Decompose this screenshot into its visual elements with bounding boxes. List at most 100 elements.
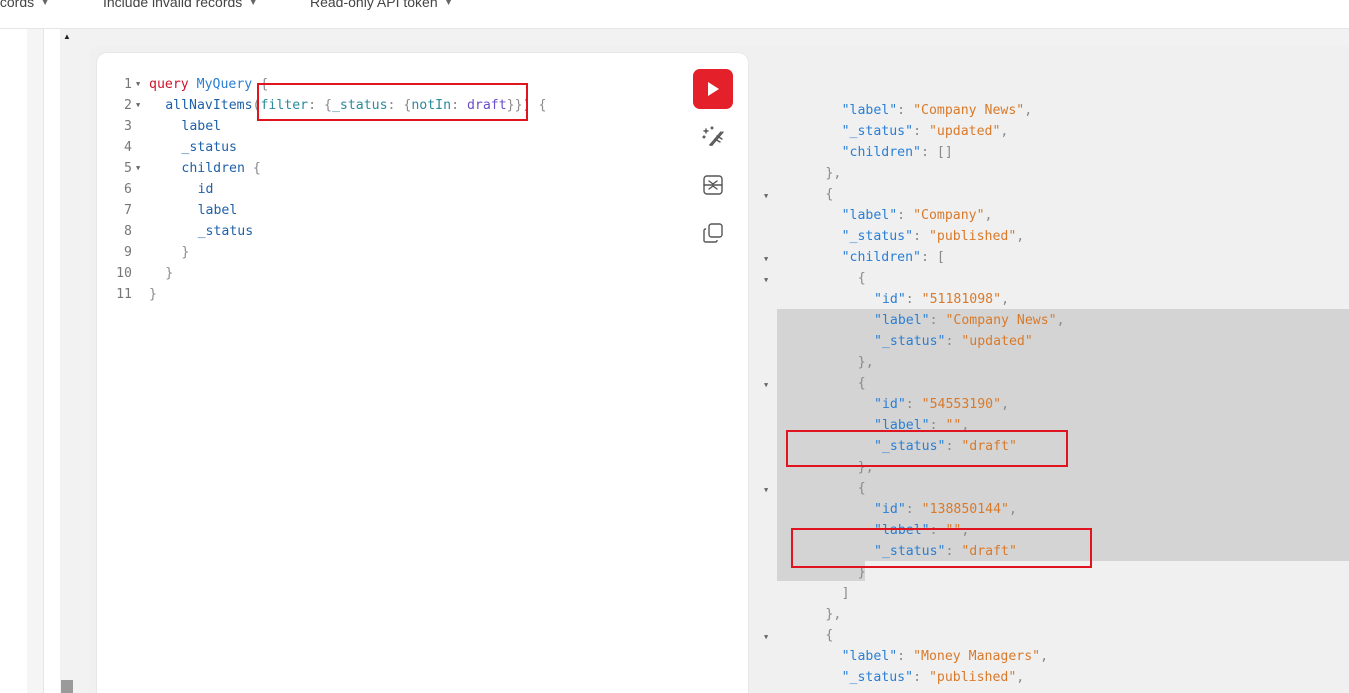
fold-toggle-icon[interactable]: ▼ [136, 158, 140, 179]
line-number: 7 [124, 203, 132, 218]
result-token: { [857, 376, 866, 391]
fold-toggle-icon[interactable]: ▼ [764, 375, 768, 396]
result-token: "Company News" [945, 313, 1057, 328]
run-query-button[interactable] [693, 69, 733, 109]
result-line: { [858, 268, 866, 289]
result-line: "label": "Company News", [874, 310, 1065, 331]
fold-toggle-icon[interactable]: ▼ [136, 74, 140, 95]
result-token: "Company News" [913, 103, 1025, 118]
result-token: , [1009, 502, 1017, 517]
result-token: "published" [928, 229, 1017, 244]
code-token: } [181, 245, 190, 260]
line-number: 4 [124, 140, 132, 155]
result-token: { [857, 271, 866, 286]
result-line: { [858, 373, 866, 394]
code-token: label [181, 119, 222, 134]
code-line[interactable]: } [181, 242, 189, 263]
chevron-down-icon: ▼ [248, 0, 259, 8]
records-dropdown-label: Records [0, 0, 35, 10]
result-line: { [825, 184, 833, 205]
result-line: "label": "Money Managers", [842, 646, 1048, 667]
result-line: "label": "Company", [842, 205, 993, 226]
include-invalid-records-dropdown[interactable]: Include invalid records ▼ [103, 0, 258, 12]
code-token: { [252, 161, 261, 176]
chevron-down-icon: ▼ [40, 0, 51, 8]
result-token: : [897, 208, 914, 223]
result-line: { [825, 625, 833, 646]
result-token: : [897, 649, 914, 664]
fold-toggle-icon[interactable]: ▼ [136, 95, 140, 116]
code-line[interactable]: label [181, 116, 221, 137]
result-token: "_status" [841, 670, 914, 685]
result-line: "children": [] [842, 142, 953, 163]
result-token: { [825, 628, 834, 643]
prettify-button[interactable] [701, 125, 725, 149]
result-token: }, [825, 166, 842, 181]
result-token: : [ [921, 250, 945, 265]
fold-toggle-icon[interactable]: ▼ [764, 249, 768, 270]
fold-toggle-icon[interactable]: ▼ [764, 270, 768, 291]
result-token: "children" [841, 145, 921, 160]
fold-toggle-icon[interactable]: ▼ [764, 480, 768, 501]
result-line: "_status": "published", [842, 226, 1025, 247]
result-token: : [945, 334, 962, 349]
result-line: "_status": "updated", [842, 121, 1009, 142]
result-line: "_status": "published", [842, 667, 1025, 688]
line-number: 3 [124, 119, 132, 134]
annotation-box-draft-1 [786, 430, 1068, 467]
result-line: }, [825, 163, 841, 184]
scroll-up-arrow-icon[interactable]: ▲ [63, 32, 71, 41]
code-line[interactable]: children { [181, 158, 260, 179]
result-token: "label" [841, 208, 898, 223]
code-line[interactable]: } [149, 284, 157, 305]
code-line[interactable]: label [198, 200, 238, 221]
result-token: , [1056, 313, 1065, 328]
code-token: allNavItems [165, 98, 253, 113]
include-invalid-records-label: Include invalid records [103, 0, 243, 10]
result-token: "children" [841, 250, 921, 265]
result-token: "Money Managers" [913, 649, 1041, 664]
result-token: : [905, 397, 922, 412]
code-line[interactable]: } [165, 263, 173, 284]
merge-fragments-button[interactable] [701, 173, 725, 197]
fold-toggle-icon[interactable]: ▼ [764, 186, 768, 207]
code-line[interactable]: id [198, 179, 214, 200]
result-line: "id": "54553190", [874, 394, 1009, 415]
result-token: , [1000, 124, 1009, 139]
result-token: : [913, 670, 929, 685]
line-number: 5 [124, 161, 132, 176]
scrollbar-thumb[interactable] [61, 680, 73, 693]
result-token: , [1024, 103, 1033, 118]
code-line[interactable]: query MyQuery { [149, 74, 268, 95]
result-token: "label" [841, 649, 898, 664]
merge-fragments-icon [703, 175, 723, 195]
result-line: "_status": "updated" [874, 331, 1033, 352]
code-token: MyQuery [196, 77, 253, 92]
result-line: }, [858, 352, 874, 373]
line-number: 9 [124, 245, 132, 260]
result-line: "children": [ [842, 247, 945, 268]
result-line: "id": "138850144", [874, 499, 1017, 520]
code-token: } [149, 287, 157, 302]
result-token: "_status" [841, 124, 914, 139]
copy-icon [703, 223, 723, 243]
code-line[interactable]: _status [198, 221, 254, 242]
api-token-dropdown[interactable]: Read-only API token ▼ [310, 0, 454, 12]
result-line: ] [842, 583, 850, 604]
result-token: "Company" [913, 208, 985, 223]
result-token: "published" [928, 670, 1017, 685]
result-line: { [858, 478, 866, 499]
annotation-box-draft-2 [791, 528, 1092, 568]
result-token: : [] [921, 145, 953, 160]
copy-query-button[interactable] [701, 221, 725, 245]
records-dropdown[interactable]: Records ▼ [0, 0, 50, 12]
fold-toggle-icon[interactable]: ▼ [764, 627, 768, 648]
line-number: 2 [124, 98, 132, 113]
api-token-label: Read-only API token [310, 0, 438, 10]
result-token: { [825, 187, 834, 202]
vertical-scrollbar[interactable] [60, 29, 74, 693]
annotation-box-filter [257, 83, 528, 121]
result-token: : [897, 103, 914, 118]
play-icon [708, 82, 719, 96]
code-line[interactable]: _status [181, 137, 237, 158]
